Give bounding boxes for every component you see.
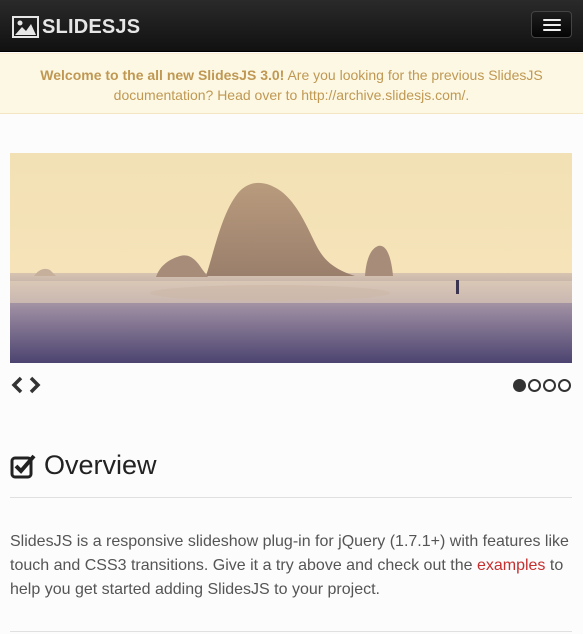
alert-end: .	[465, 87, 470, 103]
check-square-icon	[10, 454, 36, 478]
brand-name: SLIDESJS	[42, 15, 141, 38]
slideshow[interactable]	[10, 153, 572, 363]
picture-icon	[12, 16, 39, 38]
examples-link[interactable]: examples	[477, 557, 545, 574]
pagination-dot-2[interactable]	[528, 379, 541, 392]
slide-pagination	[513, 379, 571, 392]
pagination-dot-3[interactable]	[543, 379, 556, 392]
alert-heading: Welcome to the all new SlidesJS 3.0!	[40, 67, 285, 83]
brand-logo[interactable]: SLIDESJS	[12, 15, 140, 39]
chevron-left-icon[interactable]	[10, 375, 24, 395]
welcome-alert: Welcome to the all new SlidesJS 3.0! Are…	[0, 53, 583, 114]
navbar: SLIDESJS	[0, 0, 583, 52]
pagination-dot-4[interactable]	[558, 379, 571, 392]
menu-toggle-button[interactable]	[531, 11, 572, 38]
overview-text: SlidesJS is a responsive slideshow plug-…	[10, 530, 575, 602]
chevron-right-icon[interactable]	[28, 375, 42, 395]
divider	[10, 631, 572, 632]
overview-title: Overview	[44, 450, 157, 480]
archive-link[interactable]: http://archive.slidesjs.com/	[301, 87, 465, 103]
divider	[10, 497, 572, 498]
pagination-dot-1[interactable]	[513, 379, 526, 392]
slide-image	[10, 153, 572, 363]
overview-heading: Overview	[10, 450, 157, 481]
slide-nav	[10, 375, 42, 395]
